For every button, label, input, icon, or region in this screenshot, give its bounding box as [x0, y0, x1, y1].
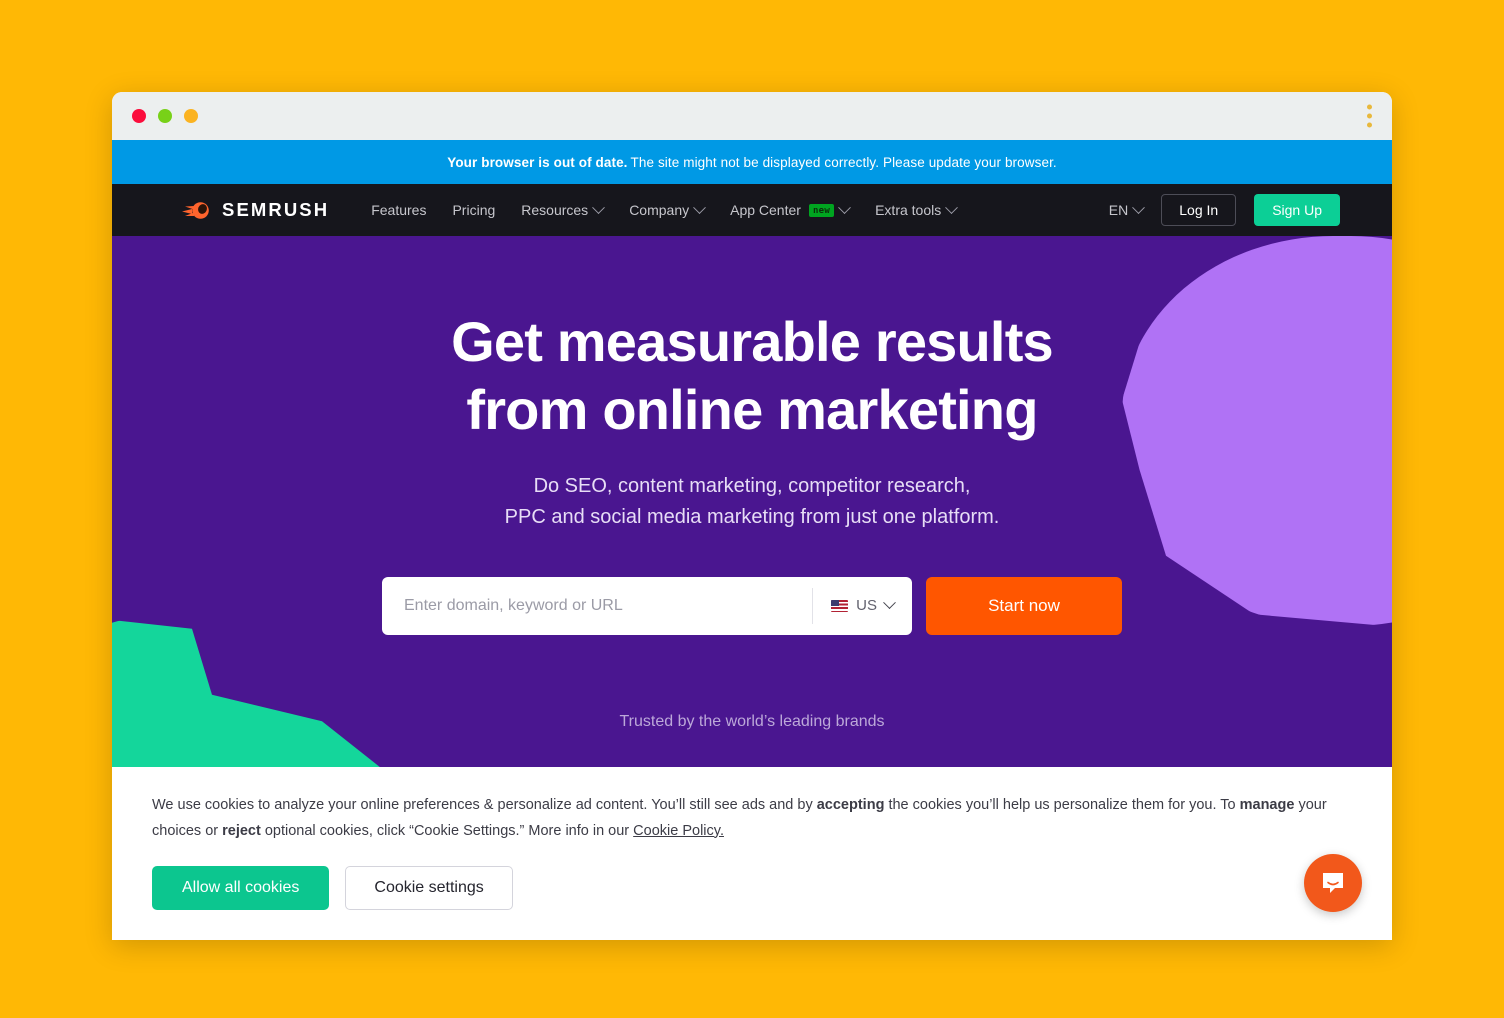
hero-subtitle: Do SEO, content marketing, competitor re… [112, 471, 1392, 533]
cookie-bold-accepting: accepting [816, 797, 885, 814]
chevron-down-icon [883, 596, 896, 610]
hero-title: Get measurable results from online marke… [112, 308, 1392, 445]
notice-bold-text: Your browser is out of date. [447, 154, 628, 170]
close-window-button[interactable] [132, 109, 146, 123]
nav-label-pricing: Pricing [452, 202, 496, 218]
signup-button[interactable]: Sign Up [1254, 194, 1340, 226]
nav-item-pricing[interactable]: Pricing [452, 202, 495, 218]
cookie-policy-link[interactable]: Cookie Policy. [633, 823, 724, 839]
chevron-down-icon [693, 200, 706, 214]
allow-all-cookies-button[interactable]: Allow all cookies [152, 866, 330, 910]
intercom-chat-icon [1323, 873, 1343, 893]
minimize-window-button[interactable] [158, 109, 172, 123]
chevron-down-icon [838, 200, 851, 214]
hero-search-row: US Start now [112, 576, 1392, 635]
nav-item-features[interactable]: Features [371, 202, 426, 218]
cookie-settings-button[interactable]: Cookie settings [345, 866, 513, 910]
hero-title-line-1: Get measurable results [451, 310, 1054, 373]
hero-subtitle-line-1: Do SEO, content marketing, competitor re… [533, 474, 971, 497]
nav-item-extra-tools[interactable]: Extra tools [875, 200, 959, 218]
start-now-button[interactable]: Start now [926, 576, 1122, 635]
semrush-comet-icon [182, 201, 209, 219]
cookie-bold-manage: manage [1239, 797, 1295, 814]
chevron-down-icon [1132, 200, 1146, 214]
chevron-down-icon [945, 200, 959, 214]
cookie-bold-reject: reject [222, 822, 261, 839]
nav-label-features: Features [371, 202, 427, 218]
cookie-text-part-2: the cookies you’ll help us personalize t… [884, 797, 1240, 814]
cookie-banner-actions: Allow all cookies Cookie settings [152, 866, 1352, 910]
nav-item-company[interactable]: Company [629, 200, 706, 218]
traffic-light-buttons [132, 109, 198, 123]
semrush-logo-text: SEMRUSH [222, 199, 330, 220]
hero-title-line-2: from online marketing [466, 378, 1038, 442]
browser-titlebar [112, 92, 1392, 140]
cookie-text-part-1: We use cookies to analyze your online pr… [152, 797, 817, 814]
cookie-banner-text: We use cookies to analyze your online pr… [152, 793, 1352, 844]
navbar-links: Features Pricing Resources Company App C… [371, 200, 959, 218]
semrush-logo[interactable]: SEMRUSH [182, 199, 329, 221]
hero-content: Get measurable results from online marke… [112, 236, 1392, 731]
maximize-window-button[interactable] [184, 109, 198, 123]
nav-label-app-center: App Center [730, 202, 801, 218]
cookie-text-part-4: optional cookies, click “Cookie Settings… [260, 822, 634, 839]
browser-window: Your browser is out of date. The site mi… [112, 92, 1392, 940]
login-button[interactable]: Log In [1161, 194, 1237, 226]
nav-item-app-center[interactable]: App Center new [730, 200, 851, 218]
language-selector[interactable]: EN [1108, 200, 1146, 218]
notice-body-text: The site might not be displayed correctl… [630, 154, 1057, 170]
search-box: US [382, 576, 912, 635]
chevron-down-icon [592, 200, 606, 214]
nav-label-resources: Resources [521, 202, 589, 218]
site-navbar: SEMRUSH Features Pricing Resources Compa… [112, 184, 1392, 236]
language-label: EN [1108, 202, 1129, 218]
browser-update-notice: Your browser is out of date. The site mi… [112, 140, 1392, 184]
nav-label-extra-tools: Extra tools [875, 202, 942, 218]
country-selector[interactable]: US [813, 577, 912, 635]
cookie-banner: We use cookies to analyze your online pr… [112, 767, 1392, 940]
kebab-menu-icon[interactable] [1367, 104, 1372, 128]
nav-item-resources[interactable]: Resources [521, 200, 606, 218]
search-input[interactable] [382, 576, 813, 635]
navbar-actions: EN Log In Sign Up [1109, 194, 1340, 226]
us-flag-icon [831, 599, 849, 612]
hero-subtitle-line-2: PPC and social media marketing from just… [504, 505, 1000, 528]
intercom-chat-button[interactable] [1304, 854, 1362, 912]
nav-label-company: Company [629, 202, 690, 218]
hero-section: Get measurable results from online marke… [112, 236, 1392, 789]
country-code-label: US [856, 597, 877, 615]
trusted-brands-label: Trusted by the world’s leading brands [619, 712, 885, 730]
new-badge: new [808, 203, 835, 217]
